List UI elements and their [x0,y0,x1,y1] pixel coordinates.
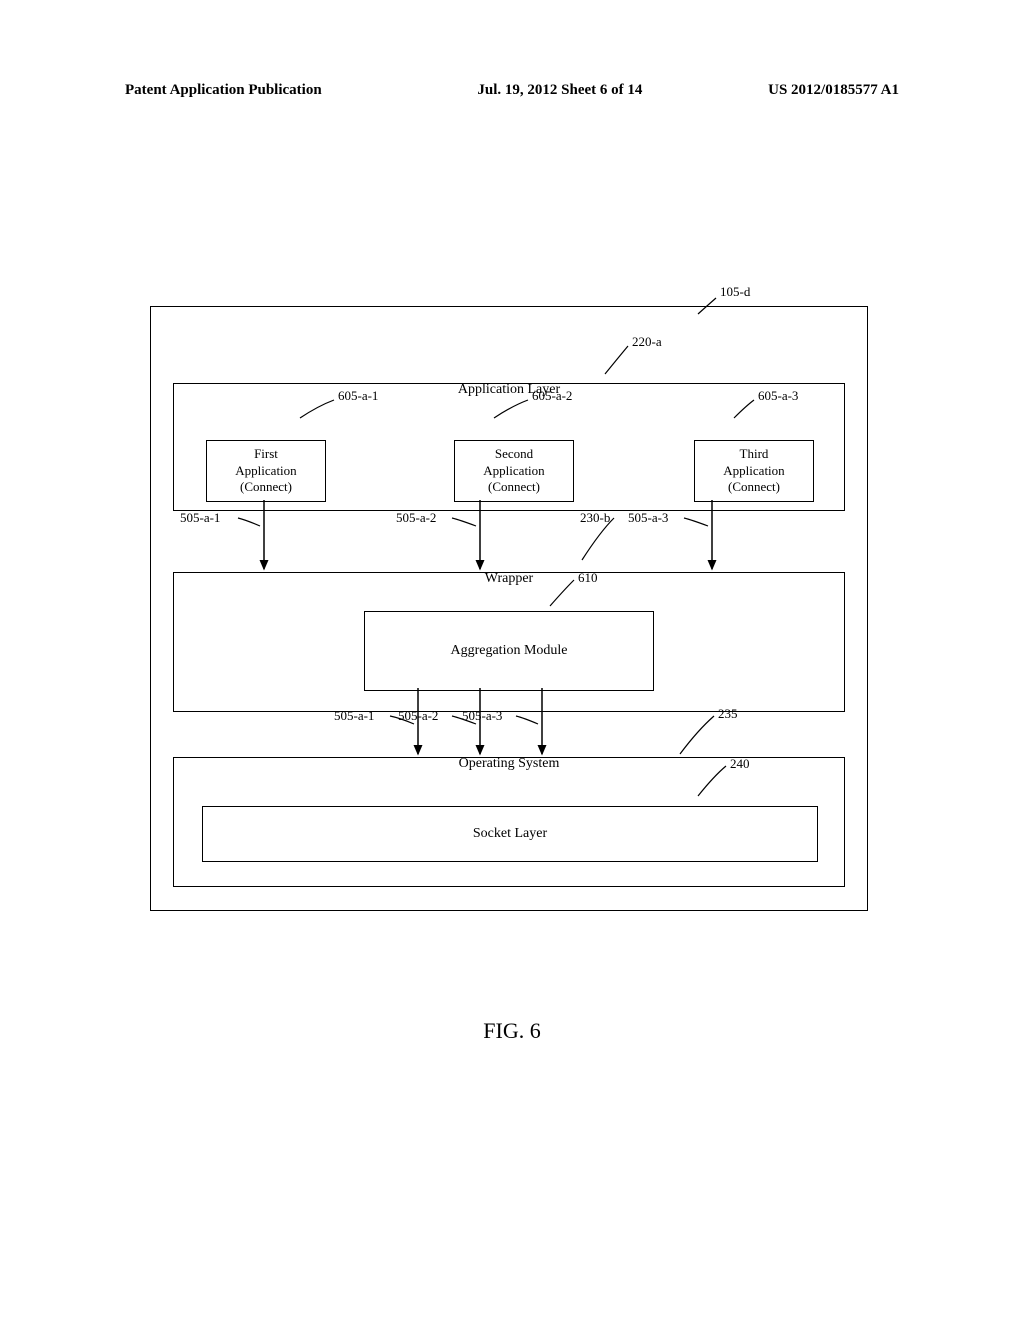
diagram-container: Application Layer First Application (Con… [150,280,870,920]
second-application-box: Second Application (Connect) [454,440,574,502]
first-application-box: First Application (Connect) [206,440,326,502]
ref-230b: 230-b [580,510,610,526]
wrapper-box: Wrapper Aggregation Module [173,572,845,712]
operating-system-box: Operating System Socket Layer [173,757,845,887]
ref-240: 240 [730,756,750,772]
app-line: (Connect) [207,479,325,496]
aggregation-module-title: Aggregation Module [450,643,567,659]
ref-505a2-top: 505-a-2 [396,510,436,526]
ref-220a: 220-a [632,334,662,350]
app-line: First [207,446,325,463]
ref-505a3-top: 505-a-3 [628,510,668,526]
ref-605a2: 605-a-2 [532,388,572,404]
application-layer-box: Application Layer First Application (Con… [173,383,845,511]
app-line: Second [455,446,573,463]
app-line: Application [207,463,325,480]
figure-caption: FIG. 6 [0,1018,1024,1044]
header-left: Patent Application Publication [125,82,322,99]
ref-505a1-bottom: 505-a-1 [334,708,374,724]
app-line: Third [695,446,813,463]
socket-layer-box: Socket Layer [202,806,818,862]
socket-layer-title: Socket Layer [473,826,547,842]
application-layer-title: Application Layer [174,382,844,398]
ref-605a1: 605-a-1 [338,388,378,404]
ref-610: 610 [578,570,598,586]
app-line: (Connect) [455,479,573,496]
app-line: (Connect) [695,479,813,496]
ref-105d: 105-d [720,284,750,300]
ref-605a3: 605-a-3 [758,388,798,404]
ref-505a3-bottom: 505-a-3 [462,708,502,724]
header-center: Jul. 19, 2012 Sheet 6 of 14 [477,82,642,99]
ref-235: 235 [718,706,738,722]
app-line: Application [455,463,573,480]
aggregation-module-box: Aggregation Module [364,611,654,691]
ref-505a1-top: 505-a-1 [180,510,220,526]
third-application-box: Third Application (Connect) [694,440,814,502]
wrapper-title: Wrapper [174,571,844,587]
app-line: Application [695,463,813,480]
header-right: US 2012/0185577 A1 [768,82,899,99]
ref-505a2-bottom: 505-a-2 [398,708,438,724]
